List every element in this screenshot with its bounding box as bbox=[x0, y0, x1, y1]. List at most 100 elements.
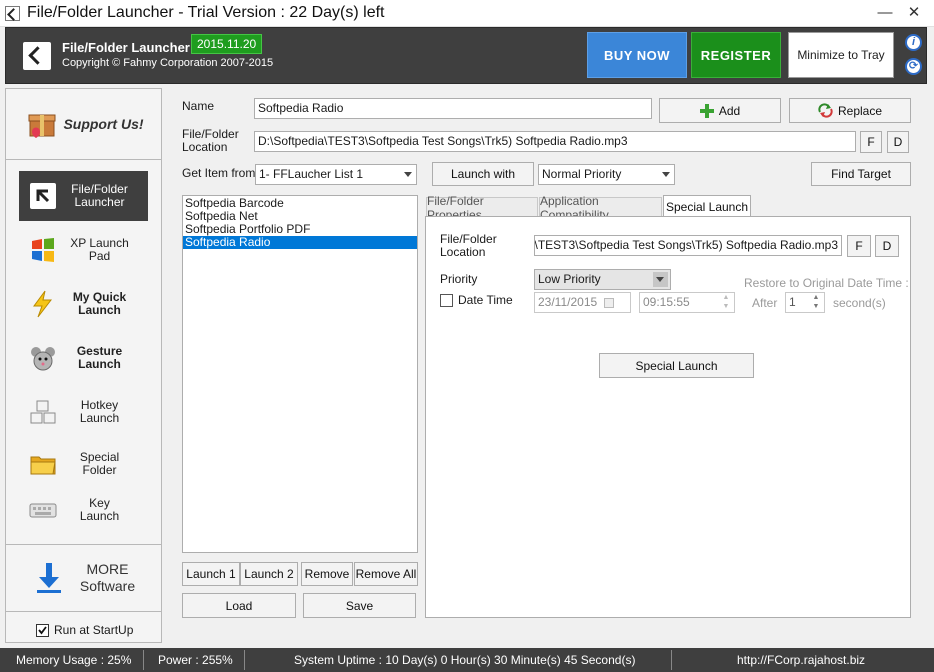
lightning-icon bbox=[29, 290, 57, 318]
list-item-selected[interactable]: Softpedia Radio bbox=[183, 236, 417, 249]
keyboard-icon bbox=[29, 496, 57, 524]
special-location-label: File/Folder Location bbox=[440, 232, 497, 259]
location-input[interactable]: D:\Softpedia\TEST3\Softpedia Test Songs\… bbox=[254, 131, 856, 152]
get-item-value: 1- FFLaucher List 1 bbox=[259, 167, 364, 181]
date-time-checkbox[interactable] bbox=[440, 293, 453, 307]
spin-up-icon[interactable]: ▲ bbox=[810, 294, 822, 302]
remove-button[interactable]: Remove bbox=[301, 562, 353, 586]
more-software-label: MORE Software bbox=[79, 561, 136, 594]
sidebar-item-label: Gesture Launch bbox=[76, 344, 123, 371]
item-list[interactable]: Softpedia Barcode Softpedia Net Softpedi… bbox=[182, 195, 418, 553]
special-priority-select[interactable]: Low Priority bbox=[534, 269, 671, 290]
plus-icon bbox=[699, 103, 714, 118]
run-at-startup-row[interactable]: Run at StartUp bbox=[36, 623, 133, 637]
more-software-button[interactable]: MORE Software bbox=[6, 545, 161, 611]
run-at-startup-label: Run at StartUp bbox=[54, 623, 134, 637]
time-value: 09:15:55 bbox=[643, 295, 690, 309]
special-folder-browse-button[interactable]: D bbox=[875, 235, 899, 257]
restore-label: Restore to Original Date Time : bbox=[744, 276, 909, 290]
after-seconds-input[interactable]: 1 ▲ ▼ bbox=[785, 292, 825, 313]
sidebar-item-gesture-launch[interactable]: Gesture Launch bbox=[19, 333, 148, 383]
status-bar: Memory Usage : 25% Power : 255% System U… bbox=[0, 648, 934, 672]
sidebar-item-label: File/Folder Launcher bbox=[71, 182, 128, 209]
date-time-label: Date Time bbox=[458, 293, 513, 307]
sidebar-item-xp-launch-pad[interactable]: XP Launch Pad bbox=[19, 225, 148, 275]
location-label: File/Folder Location bbox=[182, 127, 239, 154]
chevron-down-icon bbox=[656, 277, 664, 282]
launch-1-button[interactable]: Launch 1 bbox=[182, 562, 240, 586]
sidebar-item-label: Hotkey Launch bbox=[79, 398, 120, 425]
file-browse-button[interactable]: F bbox=[860, 131, 882, 153]
replace-button[interactable]: Replace bbox=[789, 98, 911, 123]
memory-usage-text: Memory Usage : 25% bbox=[16, 653, 132, 667]
minimize-to-tray-button[interactable]: Minimize to Tray bbox=[788, 32, 894, 78]
system-uptime-text: System Uptime : 10 Day(s) 0 Hour(s) 30 M… bbox=[294, 653, 636, 667]
get-item-select[interactable]: 1- FFLaucher List 1 bbox=[255, 164, 417, 185]
sidebar-divider bbox=[6, 159, 161, 160]
support-us-button[interactable]: Support Us! bbox=[6, 89, 161, 159]
close-button[interactable]: ✕ bbox=[904, 3, 924, 23]
minimize-button[interactable]: — bbox=[875, 3, 895, 23]
windows-xp-icon bbox=[29, 236, 57, 264]
info-icon[interactable]: i bbox=[905, 34, 922, 51]
spin-up-icon[interactable]: ▲ bbox=[720, 294, 732, 302]
support-us-label: Support Us! bbox=[63, 116, 144, 132]
sidebar-item-key-launch[interactable]: Key Launch bbox=[19, 485, 148, 535]
get-item-label: Get Item from bbox=[182, 166, 256, 180]
keyboard-keys-icon bbox=[29, 398, 57, 426]
special-file-browse-button[interactable]: F bbox=[847, 235, 871, 257]
special-launch-button[interactable]: Special Launch bbox=[599, 353, 754, 378]
sidebar-divider bbox=[6, 611, 161, 612]
checkmark-icon bbox=[38, 625, 47, 634]
copyright-text: Copyright © Fahmy Corporation 2007-2015 bbox=[62, 57, 274, 69]
gift-icon bbox=[26, 108, 58, 140]
title-bar: File/Folder Launcher - Trial Version : 2… bbox=[0, 0, 934, 27]
register-button[interactable]: REGISTER bbox=[691, 32, 781, 78]
add-button[interactable]: Add bbox=[659, 98, 781, 123]
after-value: 1 bbox=[789, 295, 796, 309]
chevron-down-icon bbox=[404, 172, 412, 177]
after-label: After bbox=[752, 296, 778, 310]
date-picker[interactable]: 23/11/2015 bbox=[534, 292, 631, 313]
tab-application-compatibility[interactable]: Application Compatibility bbox=[539, 194, 662, 222]
app-name: File/Folder Launcher bbox=[62, 40, 190, 55]
update-icon[interactable]: ⟳ bbox=[905, 58, 922, 75]
sidebar-item-hotkey-launch[interactable]: Hotkey Launch bbox=[19, 387, 148, 437]
chevron-down-icon bbox=[662, 172, 670, 177]
sidebar-item-label: Special Folder bbox=[79, 450, 120, 477]
load-button[interactable]: Load bbox=[182, 593, 296, 618]
save-button[interactable]: Save bbox=[303, 593, 416, 618]
launch-with-button[interactable]: Launch with bbox=[432, 162, 534, 186]
sidebar-item-label: Key Launch bbox=[79, 496, 120, 523]
spin-down-icon[interactable]: ▼ bbox=[720, 303, 732, 311]
find-target-button[interactable]: Find Target bbox=[811, 162, 911, 186]
replace-icon bbox=[818, 103, 833, 118]
sidebar-item-file-folder-launcher[interactable]: File/Folder Launcher bbox=[19, 171, 148, 221]
folder-browse-button[interactable]: D bbox=[887, 131, 909, 153]
seconds-label: second(s) bbox=[833, 296, 886, 310]
sidebar-item-label: XP Launch Pad bbox=[70, 236, 129, 263]
buy-now-button[interactable]: BUY NOW bbox=[587, 32, 687, 78]
launcher-icon bbox=[29, 182, 57, 210]
version-badge: 2015.11.20 bbox=[191, 34, 263, 54]
add-label: Add bbox=[718, 103, 741, 118]
name-input[interactable]: Softpedia Radio bbox=[254, 98, 652, 119]
name-label: Name bbox=[182, 99, 215, 113]
date-time-row[interactable]: Date Time bbox=[440, 293, 513, 307]
folder-icon bbox=[29, 450, 57, 478]
time-picker[interactable]: 09:15:55 ▲ ▼ bbox=[639, 292, 735, 313]
special-location-value: pedia\TEST3\Softpedia Test Songs\Trk5) S… bbox=[534, 238, 838, 252]
tab-special-launch[interactable]: Special Launch bbox=[663, 195, 751, 217]
tab-file-folder-properties[interactable]: File/Folder Properties bbox=[426, 194, 538, 222]
window-title: File/Folder Launcher - Trial Version : 2… bbox=[27, 4, 385, 21]
remove-all-button[interactable]: Remove All bbox=[354, 562, 418, 586]
priority-select[interactable]: Normal Priority bbox=[538, 164, 675, 185]
special-location-input[interactable]: pedia\TEST3\Softpedia Test Songs\Trk5) S… bbox=[534, 235, 842, 256]
launch-2-button[interactable]: Launch 2 bbox=[240, 562, 298, 586]
website-link[interactable]: http://FCorp.rajahost.biz bbox=[737, 648, 865, 672]
spin-down-icon[interactable]: ▼ bbox=[810, 303, 822, 311]
sidebar-item-special-folder[interactable]: Special Folder bbox=[19, 439, 148, 489]
sidebar-item-my-quick-launch[interactable]: My Quick Launch bbox=[19, 279, 148, 329]
run-at-startup-checkbox[interactable] bbox=[36, 623, 49, 637]
calendar-icon bbox=[604, 298, 614, 308]
